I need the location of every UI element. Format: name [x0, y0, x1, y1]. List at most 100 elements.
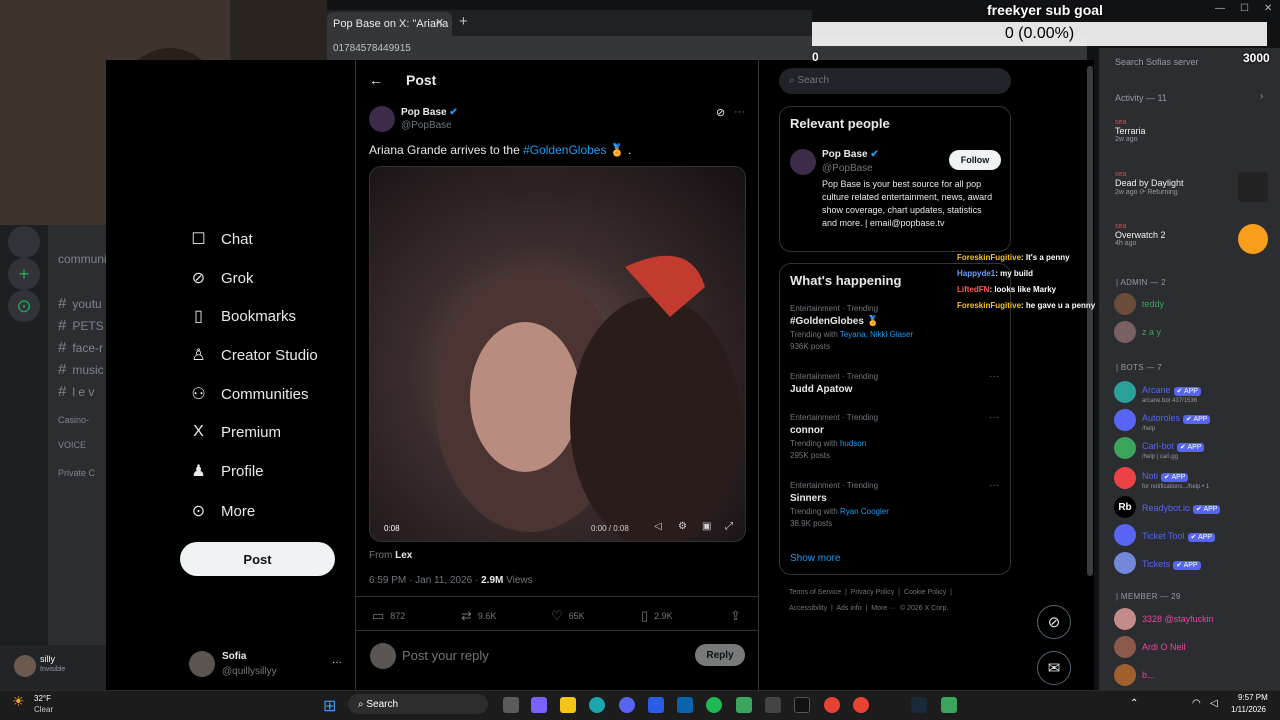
tiktok-icon[interactable]: [794, 697, 810, 713]
post-menu-icon[interactable]: ···: [734, 106, 745, 118]
footer-links[interactable]: Terms of Service | Privacy Policy | Cook…: [789, 589, 952, 596]
author-name[interactable]: Pop Base ✔: [401, 107, 458, 118]
edge-icon[interactable]: [589, 697, 605, 713]
close-tab-icon[interactable]: ✕: [435, 16, 444, 29]
channel-item[interactable]: # face-r: [58, 339, 103, 356]
author-avatar[interactable]: [369, 106, 395, 132]
mail-icon[interactable]: [677, 697, 693, 713]
nav-premium[interactable]: X Premium: [190, 423, 281, 441]
repost-action[interactable]: ⇄ 9.6K: [461, 608, 496, 624]
discover-icon[interactable]: ⊙: [8, 290, 40, 322]
tweet-video[interactable]: 0:08 0:00 / 0:08 ◁ ⚙ ▣ ⤢: [369, 166, 746, 542]
spotify-icon[interactable]: [706, 697, 722, 713]
clock-date[interactable]: 1/11/2026: [1231, 705, 1266, 714]
nav-communities[interactable]: ⚇ Communities: [190, 384, 308, 404]
account-avatar[interactable]: [189, 651, 215, 677]
nav-bookmarks[interactable]: ▯ Bookmarks: [190, 306, 296, 326]
activity-item[interactable]: sea Overwatch 2 4h ago: [1115, 223, 1166, 247]
channel-item[interactable]: # music: [58, 361, 104, 378]
bot-row[interactable]: Noti ✔ APP for notifications.../help • 1: [1114, 466, 1209, 490]
share-action[interactable]: ⇪: [730, 608, 741, 624]
nav-grok[interactable]: ⊘ Grok: [190, 268, 254, 288]
private-category[interactable]: Private C: [58, 468, 95, 478]
wifi-icon[interactable]: ◠: [1192, 698, 1201, 709]
bot-row[interactable]: Arcane ✔ APP arcane.bot 437/1536: [1114, 380, 1201, 404]
post-button[interactable]: Post: [180, 542, 335, 576]
page-scrollbar[interactable]: [1087, 66, 1093, 576]
app-icon[interactable]: [736, 697, 752, 713]
tray-chevron-icon[interactable]: ⌃: [1130, 698, 1138, 709]
reply-input[interactable]: Post your reply: [402, 648, 489, 663]
weather-icon[interactable]: ☀: [12, 693, 25, 710]
clock-time[interactable]: 9:57 PM: [1238, 693, 1268, 702]
mute-icon[interactable]: ◁: [654, 521, 662, 532]
bot-row[interactable]: Rb Readybot.io ✔ APP: [1114, 496, 1221, 518]
casino-category[interactable]: Casino-: [58, 415, 89, 425]
member-row[interactable]: z a y: [1114, 321, 1161, 343]
activity-header[interactable]: Activity — 11: [1115, 93, 1167, 103]
grok-fab[interactable]: ⊘: [1037, 605, 1071, 639]
app-icon[interactable]: [941, 697, 957, 713]
member-row[interactable]: 3328 @stayfuckin: [1114, 608, 1214, 630]
show-more-link[interactable]: Show more: [790, 553, 841, 564]
follow-button[interactable]: Follow: [949, 150, 1001, 170]
close-window-icon[interactable]: ✕: [1264, 3, 1272, 14]
activity-item[interactable]: sea Terraria 2w ago: [1115, 119, 1146, 143]
volume-icon[interactable]: ◁: [1210, 698, 1218, 709]
trend-item[interactable]: Entertainment · Trending Judd Apatow: [790, 372, 1000, 395]
settings-icon[interactable]: ⚙: [678, 521, 687, 532]
copilot-icon[interactable]: [531, 697, 547, 713]
app-icon[interactable]: [765, 697, 781, 713]
reply-button[interactable]: Reply: [695, 644, 745, 666]
store-icon[interactable]: [648, 697, 664, 713]
trend-menu-icon[interactable]: ···: [989, 412, 999, 423]
bot-row[interactable]: Ticket Tool ✔ APP: [1114, 524, 1215, 546]
account-menu-icon[interactable]: ···: [332, 657, 342, 668]
like-action[interactable]: ♡ 65K: [551, 608, 585, 624]
search-input[interactable]: ⌕ Search: [779, 68, 1011, 94]
trend-menu-icon[interactable]: ···: [989, 480, 999, 491]
member-row[interactable]: Ardi O Neil: [1114, 636, 1186, 658]
file-explorer-icon[interactable]: [560, 697, 576, 713]
bot-row[interactable]: Autoroles ✔ APP/help: [1114, 408, 1211, 432]
relevant-avatar[interactable]: [790, 149, 816, 175]
bookmark-action[interactable]: ▯ 2.9K: [641, 608, 673, 624]
pip-icon[interactable]: ▣: [702, 521, 711, 532]
account-name[interactable]: Sofia: [222, 651, 246, 662]
channel-item[interactable]: # PETS: [58, 317, 104, 334]
bot-row[interactable]: Tickets ✔ APP: [1114, 552, 1201, 574]
trend-item[interactable]: Entertainment · Trending Sinners Trendin…: [790, 481, 1000, 528]
chrome-icon[interactable]: [824, 697, 840, 713]
browser-tab[interactable]: Pop Base on X: "Ariana Grande: [327, 12, 452, 36]
hashtag-link[interactable]: #GoldenGlobes: [523, 143, 606, 157]
maximize-icon[interactable]: ☐: [1240, 3, 1249, 14]
server-avatar[interactable]: [8, 226, 40, 258]
add-server-icon[interactable]: +: [8, 258, 40, 290]
taskbar-search[interactable]: ⌕ Search: [348, 694, 488, 714]
grok-explain-icon[interactable]: ⊘: [716, 106, 725, 119]
bot-row[interactable]: Carl-bot ✔ APP/help | carl.gg: [1114, 436, 1205, 460]
reply-action[interactable]: ▭ 872: [372, 608, 405, 624]
channel-item[interactable]: # l e v: [58, 383, 94, 400]
activity-item[interactable]: sea Dead by Daylight 2w ago ⟳ Returning: [1115, 171, 1184, 196]
member-row[interactable]: teddy: [1114, 293, 1164, 315]
footer-links[interactable]: Accessibility | Ads info | More ··· © 20…: [789, 605, 948, 612]
trend-menu-icon[interactable]: ···: [989, 371, 999, 382]
nav-more[interactable]: ⊙ More: [190, 501, 255, 521]
channel-category[interactable]: community: [58, 252, 106, 266]
steam-icon[interactable]: [911, 697, 927, 713]
windows-start-icon[interactable]: ⊞: [323, 696, 336, 716]
relevant-name[interactable]: Pop Base ✔: [822, 149, 879, 160]
new-tab-icon[interactable]: +: [459, 13, 468, 30]
nav-profile[interactable]: ♟ Profile: [190, 461, 263, 481]
trend-item[interactable]: Entertainment · Trending connor Trending…: [790, 413, 1000, 460]
chevron-right-icon[interactable]: ›: [1260, 91, 1263, 102]
fullscreen-icon[interactable]: ⤢: [725, 521, 733, 532]
minimize-icon[interactable]: —: [1215, 3, 1225, 14]
member-row[interactable]: b...: [1114, 664, 1155, 686]
messages-fab[interactable]: ✉: [1037, 651, 1071, 685]
nav-chat[interactable]: ☐ Chat: [190, 229, 252, 249]
nav-creator-studio[interactable]: ♙ Creator Studio: [190, 345, 317, 365]
discord-user-panel[interactable]: silly Invisible: [0, 645, 106, 690]
back-arrow-icon[interactable]: ←: [369, 72, 383, 88]
